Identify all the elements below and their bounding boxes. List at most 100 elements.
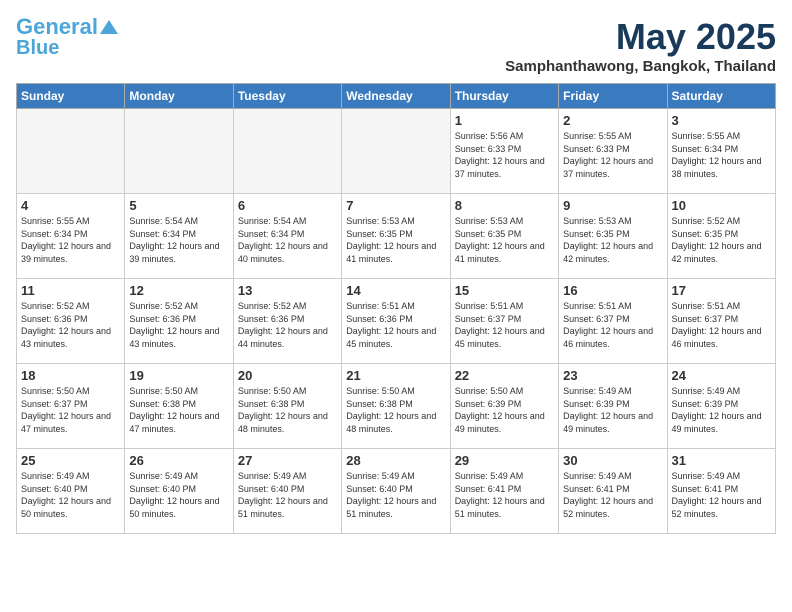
calendar-cell: 22 Sunrise: 5:50 AM Sunset: 6:39 PM Dayli… <box>450 364 558 449</box>
calendar-table: SundayMondayTuesdayWednesdayThursdayFrid… <box>16 83 776 534</box>
calendar-cell: 29 Sunrise: 5:49 AM Sunset: 6:41 PM Dayli… <box>450 449 558 534</box>
week-row-5: 25 Sunrise: 5:49 AM Sunset: 6:40 PM Dayli… <box>17 449 776 534</box>
day-info: Sunrise: 5:55 AM Sunset: 6:33 PM Dayligh… <box>563 130 662 180</box>
calendar-cell: 2Sunrise: 5:55 AM Sunset: 6:33 PM Daylig… <box>559 109 667 194</box>
day-info: Sunrise: 5:49 AM Sunset: 6:40 PM Dayligh… <box>21 470 120 520</box>
day-number: 20 <box>238 368 337 383</box>
day-info: Sunrise: 5:53 AM Sunset: 6:35 PM Dayligh… <box>563 215 662 265</box>
calendar-cell: 24 Sunrise: 5:49 AM Sunset: 6:39 PM Dayli… <box>667 364 775 449</box>
calendar-cell: 4 Sunrise: 5:55 AM Sunset: 6:34 PM Daylig… <box>17 194 125 279</box>
week-row-4: 18 Sunrise: 5:50 AM Sunset: 6:37 PM Dayli… <box>17 364 776 449</box>
calendar-cell: 18 Sunrise: 5:50 AM Sunset: 6:37 PM Dayli… <box>17 364 125 449</box>
day-number: 18 <box>21 368 120 383</box>
day-info: Sunrise: 5:50 AM Sunset: 6:39 PM Dayligh… <box>455 385 554 435</box>
calendar-cell: 9 Sunrise: 5:53 AM Sunset: 6:35 PM Daylig… <box>559 194 667 279</box>
day-info: Sunrise: 5:54 AM Sunset: 6:34 PM Dayligh… <box>129 215 228 265</box>
day-number: 24 <box>672 368 771 383</box>
day-number: 22 <box>455 368 554 383</box>
weekday-header-monday: Monday <box>125 84 233 109</box>
calendar-cell: 15 Sunrise: 5:51 AM Sunset: 6:37 PM Dayli… <box>450 279 558 364</box>
calendar-cell: 8Sunrise: 5:53 AM Sunset: 6:35 PM Daylig… <box>450 194 558 279</box>
day-info: Sunrise: 5:50 AM Sunset: 6:38 PM Dayligh… <box>238 385 337 435</box>
weekday-header-friday: Friday <box>559 84 667 109</box>
day-info: Sunrise: 5:52 AM Sunset: 6:35 PM Dayligh… <box>672 215 771 265</box>
day-info: Sunrise: 5:50 AM Sunset: 6:38 PM Dayligh… <box>129 385 228 435</box>
title-block: May 2025 Samphanthawong, Bangkok, Thaila… <box>505 16 776 75</box>
day-info: Sunrise: 5:49 AM Sunset: 6:40 PM Dayligh… <box>129 470 228 520</box>
day-number: 13 <box>238 283 337 298</box>
week-row-3: 11 Sunrise: 5:52 AM Sunset: 6:36 PM Dayli… <box>17 279 776 364</box>
calendar-cell: 6Sunrise: 5:54 AM Sunset: 6:34 PM Daylig… <box>233 194 341 279</box>
weekday-header-tuesday: Tuesday <box>233 84 341 109</box>
calendar-cell: 10 Sunrise: 5:52 AM Sunset: 6:35 PM Dayli… <box>667 194 775 279</box>
weekday-header-saturday: Saturday <box>667 84 775 109</box>
day-number: 16 <box>563 283 662 298</box>
calendar-cell <box>125 109 233 194</box>
day-info: Sunrise: 5:56 AM Sunset: 6:33 PM Dayligh… <box>455 130 554 180</box>
day-info: Sunrise: 5:49 AM Sunset: 6:41 PM Dayligh… <box>563 470 662 520</box>
day-number: 31 <box>672 453 771 468</box>
calendar-cell: 31 Sunrise: 5:49 AM Sunset: 6:41 PM Dayli… <box>667 449 775 534</box>
calendar-cell: 7Sunrise: 5:53 AM Sunset: 6:35 PM Daylig… <box>342 194 450 279</box>
calendar-cell: 14 Sunrise: 5:51 AM Sunset: 6:36 PM Dayli… <box>342 279 450 364</box>
day-info: Sunrise: 5:49 AM Sunset: 6:40 PM Dayligh… <box>346 470 445 520</box>
day-number: 30 <box>563 453 662 468</box>
day-info: Sunrise: 5:51 AM Sunset: 6:37 PM Dayligh… <box>672 300 771 350</box>
day-info: Sunrise: 5:53 AM Sunset: 6:35 PM Dayligh… <box>346 215 445 265</box>
day-number: 26 <box>129 453 228 468</box>
calendar-cell: 11 Sunrise: 5:52 AM Sunset: 6:36 PM Dayli… <box>17 279 125 364</box>
calendar-cell: 1 Sunrise: 5:56 AM Sunset: 6:33 PM Daylig… <box>450 109 558 194</box>
day-number: 17 <box>672 283 771 298</box>
day-number: 4 <box>21 198 120 213</box>
week-row-1: 1 Sunrise: 5:56 AM Sunset: 6:33 PM Daylig… <box>17 109 776 194</box>
calendar-cell: 28Sunrise: 5:49 AM Sunset: 6:40 PM Dayli… <box>342 449 450 534</box>
day-info: Sunrise: 5:50 AM Sunset: 6:37 PM Dayligh… <box>21 385 120 435</box>
calendar-cell: 25 Sunrise: 5:49 AM Sunset: 6:40 PM Dayli… <box>17 449 125 534</box>
calendar-body: 1 Sunrise: 5:56 AM Sunset: 6:33 PM Daylig… <box>17 109 776 534</box>
calendar-cell: 19 Sunrise: 5:50 AM Sunset: 6:38 PM Dayli… <box>125 364 233 449</box>
calendar-cell: 27Sunrise: 5:49 AM Sunset: 6:40 PM Dayli… <box>233 449 341 534</box>
day-info: Sunrise: 5:49 AM Sunset: 6:40 PM Dayligh… <box>238 470 337 520</box>
calendar-cell: 3 Sunrise: 5:55 AM Sunset: 6:34 PM Daylig… <box>667 109 775 194</box>
day-number: 21 <box>346 368 445 383</box>
calendar-cell: 17 Sunrise: 5:51 AM Sunset: 6:37 PM Dayli… <box>667 279 775 364</box>
logo-icon <box>100 18 118 36</box>
day-number: 9 <box>563 198 662 213</box>
calendar-cell: 21Sunrise: 5:50 AM Sunset: 6:38 PM Dayli… <box>342 364 450 449</box>
day-info: Sunrise: 5:49 AM Sunset: 6:39 PM Dayligh… <box>672 385 771 435</box>
day-number: 14 <box>346 283 445 298</box>
day-number: 5 <box>129 198 228 213</box>
day-number: 25 <box>21 453 120 468</box>
weekday-header-sunday: Sunday <box>17 84 125 109</box>
calendar-cell: 20 Sunrise: 5:50 AM Sunset: 6:38 PM Dayli… <box>233 364 341 449</box>
day-info: Sunrise: 5:55 AM Sunset: 6:34 PM Dayligh… <box>672 130 771 180</box>
day-info: Sunrise: 5:52 AM Sunset: 6:36 PM Dayligh… <box>21 300 120 350</box>
day-number: 10 <box>672 198 771 213</box>
weekday-header-thursday: Thursday <box>450 84 558 109</box>
location: Samphanthawong, Bangkok, Thailand <box>505 58 776 75</box>
weekday-header-row: SundayMondayTuesdayWednesdayThursdayFrid… <box>17 84 776 109</box>
calendar-cell: 13 Sunrise: 5:52 AM Sunset: 6:36 PM Dayli… <box>233 279 341 364</box>
calendar-cell: 23Sunrise: 5:49 AM Sunset: 6:39 PM Dayli… <box>559 364 667 449</box>
day-number: 29 <box>455 453 554 468</box>
day-number: 11 <box>21 283 120 298</box>
day-number: 1 <box>455 113 554 128</box>
day-number: 19 <box>129 368 228 383</box>
day-info: Sunrise: 5:52 AM Sunset: 6:36 PM Dayligh… <box>238 300 337 350</box>
calendar-cell <box>342 109 450 194</box>
day-info: Sunrise: 5:51 AM Sunset: 6:36 PM Dayligh… <box>346 300 445 350</box>
day-number: 6 <box>238 198 337 213</box>
day-number: 12 <box>129 283 228 298</box>
day-info: Sunrise: 5:51 AM Sunset: 6:37 PM Dayligh… <box>455 300 554 350</box>
calendar-cell <box>17 109 125 194</box>
calendar-cell: 12 Sunrise: 5:52 AM Sunset: 6:36 PM Dayli… <box>125 279 233 364</box>
day-info: Sunrise: 5:49 AM Sunset: 6:41 PM Dayligh… <box>672 470 771 520</box>
day-info: Sunrise: 5:49 AM Sunset: 6:41 PM Dayligh… <box>455 470 554 520</box>
day-info: Sunrise: 5:55 AM Sunset: 6:34 PM Dayligh… <box>21 215 120 265</box>
logo: General Blue <box>16 16 118 58</box>
day-number: 15 <box>455 283 554 298</box>
day-number: 3 <box>672 113 771 128</box>
day-info: Sunrise: 5:52 AM Sunset: 6:36 PM Dayligh… <box>129 300 228 350</box>
calendar-cell: 5 Sunrise: 5:54 AM Sunset: 6:34 PM Daylig… <box>125 194 233 279</box>
day-info: Sunrise: 5:49 AM Sunset: 6:39 PM Dayligh… <box>563 385 662 435</box>
